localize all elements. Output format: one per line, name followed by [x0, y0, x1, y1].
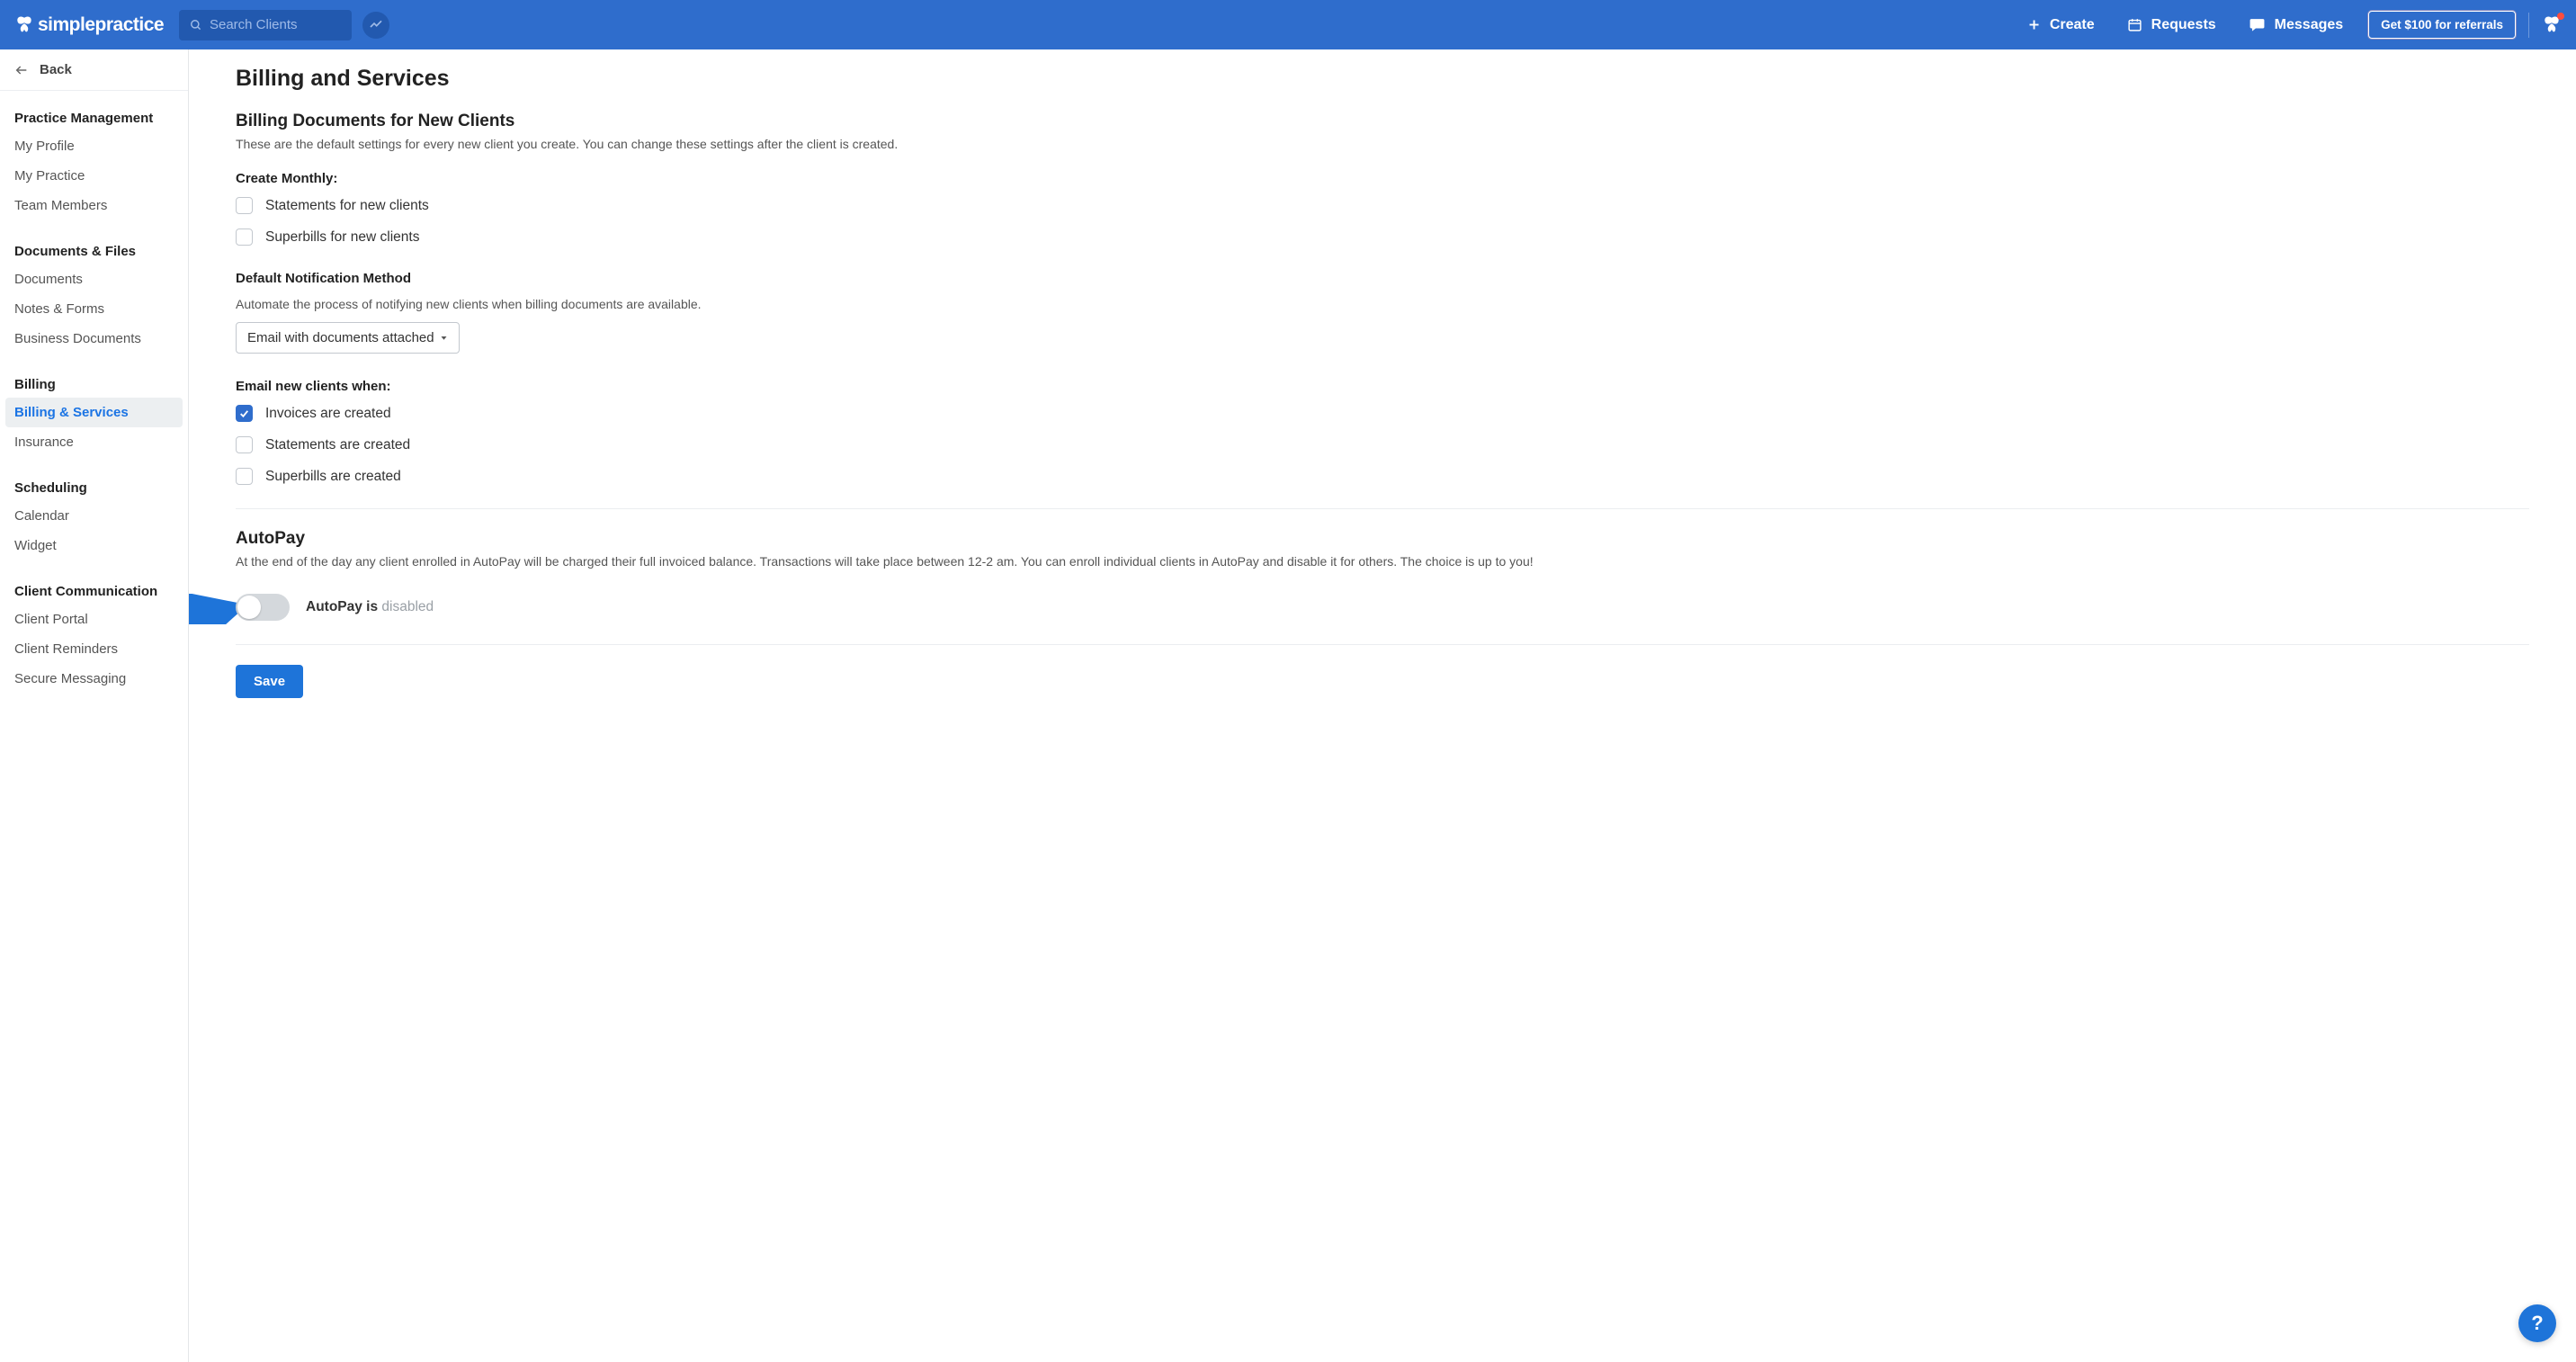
search-input-wrapper[interactable]	[179, 10, 352, 40]
notification-dot	[2557, 13, 2564, 20]
main-content: Billing and Services Billing Documents f…	[189, 49, 2576, 1362]
butterfly-icon	[14, 15, 34, 35]
sidebar-item-calendar[interactable]: Calendar	[0, 501, 188, 531]
save-button[interactable]: Save	[236, 665, 303, 698]
checkbox-label: Statements for new clients	[265, 198, 429, 214]
sidebar-item-notes-forms[interactable]: Notes & Forms	[0, 294, 188, 324]
sidebar-item-team-members[interactable]: Team Members	[0, 191, 188, 220]
checkbox-label: Superbills for new clients	[265, 229, 419, 246]
autopay-desc: At the end of the day any client enrolle…	[236, 554, 2529, 569]
brand-text: simplepractice	[38, 14, 164, 36]
checkbox-label: Statements are created	[265, 437, 410, 453]
checkbox-label: Invoices are created	[265, 406, 391, 422]
notification-method-select[interactable]: Email with documents attached	[236, 322, 460, 354]
checkbox-statements-new-clients[interactable]: Statements for new clients	[236, 197, 2529, 214]
create-button[interactable]: Create	[2011, 17, 2111, 33]
autopay-toggle[interactable]	[236, 594, 290, 621]
checkbox-superbills-new-clients[interactable]: Superbills for new clients	[236, 228, 2529, 246]
referral-label: Get $100 for referrals	[2381, 18, 2503, 31]
sidebar-item-widget[interactable]: Widget	[0, 531, 188, 560]
sidebar-item-my-practice[interactable]: My Practice	[0, 161, 188, 191]
checkbox-label: Superbills are created	[265, 469, 401, 485]
calendar-icon	[2127, 17, 2142, 32]
sidebar: Back Practice Management My Profile My P…	[0, 49, 189, 1362]
help-button[interactable]: ?	[2518, 1304, 2556, 1342]
checkbox-statements-created[interactable]: Statements are created	[236, 436, 2529, 453]
sidebar-section-practice-management: Practice Management	[0, 102, 188, 131]
checkbox-icon[interactable]	[236, 436, 253, 453]
sidebar-item-secure-messaging[interactable]: Secure Messaging	[0, 664, 188, 694]
autopay-toggle-label: AutoPay is disabled	[306, 599, 434, 615]
email-when-label: Email new clients when:	[236, 379, 2529, 394]
sidebar-item-business-documents[interactable]: Business Documents	[0, 324, 188, 354]
page-title: Billing and Services	[236, 66, 2529, 92]
sidebar-section-documents-files: Documents & Files	[0, 235, 188, 264]
topbar: simplepractice Create Requests Messages …	[0, 0, 2576, 49]
arrow-left-icon	[14, 63, 29, 77]
sidebar-section-client-communication: Client Communication	[0, 575, 188, 605]
create-monthly-label: Create Monthly:	[236, 171, 2529, 186]
sidebar-item-client-portal[interactable]: Client Portal	[0, 605, 188, 634]
sidebar-item-insurance[interactable]: Insurance	[0, 427, 188, 457]
divider	[2528, 13, 2529, 38]
sidebar-item-documents[interactable]: Documents	[0, 264, 188, 294]
autopay-title: AutoPay	[236, 529, 2529, 549]
divider	[236, 508, 2529, 509]
chat-icon	[2249, 16, 2266, 33]
requests-label: Requests	[2151, 17, 2216, 33]
search-icon	[190, 18, 202, 32]
messages-label: Messages	[2275, 17, 2344, 33]
account-button[interactable]	[2542, 15, 2562, 35]
sidebar-item-billing-services[interactable]: Billing & Services	[5, 398, 183, 427]
notification-method-label: Default Notification Method	[236, 271, 2529, 286]
back-label: Back	[40, 62, 72, 77]
messages-button[interactable]: Messages	[2232, 16, 2360, 33]
back-button[interactable]: Back	[0, 62, 188, 91]
sidebar-section-billing: Billing	[0, 368, 188, 398]
create-label: Create	[2050, 17, 2095, 33]
autopay-state: disabled	[381, 599, 434, 614]
analytics-icon	[369, 18, 383, 32]
billing-docs-desc: These are the default settings for every…	[236, 137, 2529, 151]
checkbox-icon[interactable]	[236, 405, 253, 422]
checkbox-icon[interactable]	[236, 468, 253, 485]
checkbox-superbills-created[interactable]: Superbills are created	[236, 468, 2529, 485]
chevron-down-icon	[440, 334, 448, 342]
notification-method-desc: Automate the process of notifying new cl…	[236, 297, 2529, 311]
referral-button[interactable]: Get $100 for referrals	[2368, 11, 2516, 39]
sidebar-item-my-profile[interactable]: My Profile	[0, 131, 188, 161]
requests-button[interactable]: Requests	[2111, 17, 2232, 33]
brand-logo[interactable]: simplepractice	[14, 14, 164, 36]
checkbox-icon[interactable]	[236, 197, 253, 214]
divider	[236, 644, 2529, 645]
plus-icon	[2027, 18, 2041, 31]
checkbox-invoices-created[interactable]: Invoices are created	[236, 405, 2529, 422]
checkbox-icon[interactable]	[236, 228, 253, 246]
select-value: Email with documents attached	[247, 330, 434, 345]
autopay-label-prefix: AutoPay is	[306, 599, 381, 614]
toggle-knob	[237, 596, 261, 619]
annotation-arrow-icon	[189, 594, 239, 624]
analytics-button[interactable]	[362, 12, 389, 39]
sidebar-section-scheduling: Scheduling	[0, 471, 188, 501]
search-input[interactable]	[210, 17, 341, 32]
billing-docs-title: Billing Documents for New Clients	[236, 112, 2529, 131]
sidebar-item-client-reminders[interactable]: Client Reminders	[0, 634, 188, 664]
